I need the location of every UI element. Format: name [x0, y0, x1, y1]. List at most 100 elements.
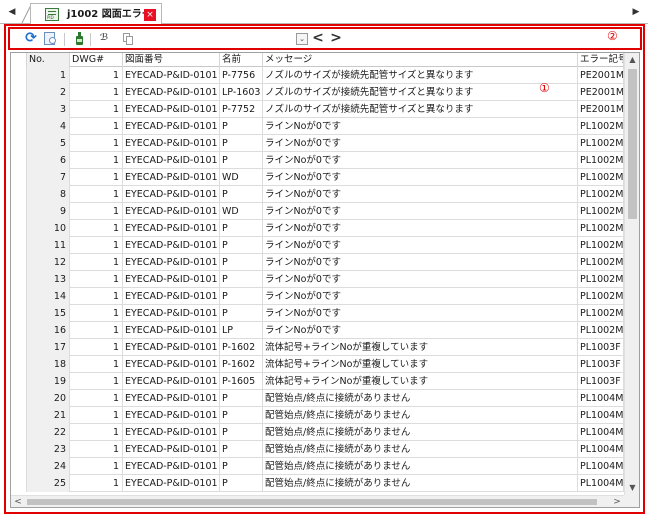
row-selector[interactable]	[11, 373, 27, 390]
table-row[interactable]: 10 1 EYECAD-P&ID-0101 P ラインNoが0です PL1002M	[11, 220, 624, 237]
cell-no: 6	[27, 152, 70, 169]
table-row[interactable]: 8 1 EYECAD-P&ID-0101 P ラインNoが0です PL1002M	[11, 186, 624, 203]
table-row[interactable]: 1 1 EYECAD-P&ID-0101 P-7756 ノズルのサイズが接続先配管サイズ…	[11, 67, 624, 84]
cell-no: 2	[27, 84, 70, 101]
cell-name: P-1605	[220, 373, 263, 390]
row-selector[interactable]	[11, 118, 27, 135]
table-row[interactable]: 9 1 EYECAD-P&ID-0101 WD ラインNoが0です PL1002M	[11, 203, 624, 220]
cell-name: P	[220, 135, 263, 152]
row-selector[interactable]	[11, 458, 27, 475]
previous-button[interactable]: <	[312, 30, 324, 46]
table-row[interactable]: 22 1 EYECAD-P&ID-0101 P 配管始点/終点に接続がありません PL10…	[11, 424, 624, 441]
column-header-drawing-number[interactable]: 図面番号	[123, 53, 220, 67]
table-row[interactable]: 14 1 EYECAD-P&ID-0101 P ラインNoが0です PL1002M	[11, 288, 624, 305]
table-row[interactable]: 2 1 EYECAD-P&ID-0101 LP-1603 ノズルのサイズが接続先配管サイ…	[11, 84, 624, 101]
cell-dwg: 1	[70, 305, 123, 322]
row-selector[interactable]	[11, 424, 27, 441]
table-row[interactable]: 5 1 EYECAD-P&ID-0101 P ラインNoが0です PL1002M	[11, 135, 624, 152]
bottle-icon[interactable]	[72, 31, 88, 46]
horizontal-scroll-thumb[interactable]	[27, 499, 597, 505]
cell-drawing-number: EYECAD-P&ID-0101	[123, 254, 220, 271]
copy-icon[interactable]	[120, 31, 136, 46]
tab-scroll-left-icon[interactable]: ◀	[6, 5, 18, 19]
row-selector[interactable]	[11, 135, 27, 152]
table-row[interactable]: 12 1 EYECAD-P&ID-0101 P ラインNoが0です PL1002M	[11, 254, 624, 271]
table-row[interactable]: 23 1 EYECAD-P&ID-0101 P 配管始点/終点に接続がありません PL10…	[11, 441, 624, 458]
cell-drawing-number: EYECAD-P&ID-0101	[123, 220, 220, 237]
scroll-down-icon[interactable]: ▼	[625, 481, 639, 495]
find-icon[interactable]: ℬ	[95, 31, 113, 46]
row-selector[interactable]	[11, 390, 27, 407]
table-row[interactable]: 19 1 EYECAD-P&ID-0101 P-1605 流体記号+ラインNoが重複して…	[11, 373, 624, 390]
row-selector[interactable]	[11, 169, 27, 186]
column-header-message[interactable]: メッセージ	[263, 53, 578, 67]
cell-name: P	[220, 407, 263, 424]
cell-name: P	[220, 152, 263, 169]
scrollbar-corner	[624, 495, 639, 507]
row-selector[interactable]	[11, 475, 27, 492]
chevron-down-icon[interactable]: ⌄	[296, 33, 308, 45]
row-selector[interactable]	[11, 101, 27, 118]
horizontal-scrollbar[interactable]: < >	[11, 495, 624, 507]
table-row[interactable]: 4 1 EYECAD-P&ID-0101 P ラインNoが0です PL1002M	[11, 118, 624, 135]
row-selector[interactable]	[11, 339, 27, 356]
refresh-icon[interactable]: ⟳	[23, 31, 39, 46]
row-selector[interactable]	[11, 254, 27, 271]
vertical-scrollbar[interactable]: ▲ ▼	[624, 53, 639, 495]
row-selector[interactable]	[11, 356, 27, 373]
row-selector[interactable]	[11, 203, 27, 220]
cell-drawing-number: EYECAD-P&ID-0101	[123, 475, 220, 492]
row-selector[interactable]	[11, 271, 27, 288]
table-row[interactable]: 21 1 EYECAD-P&ID-0101 P 配管始点/終点に接続がありません PL10…	[11, 407, 624, 424]
cell-error-code: PL1004M	[578, 441, 624, 458]
cell-message: ラインNoが0です	[263, 152, 578, 169]
table-row[interactable]: 11 1 EYECAD-P&ID-0101 P ラインNoが0です PL1002M	[11, 237, 624, 254]
next-button[interactable]: >	[330, 30, 342, 46]
row-selector[interactable]	[11, 84, 27, 101]
table-row[interactable]: 13 1 EYECAD-P&ID-0101 P ラインNoが0です PL1002M	[11, 271, 624, 288]
table-row[interactable]: 17 1 EYECAD-P&ID-0101 P-1602 流体記号+ラインNoが重複して…	[11, 339, 624, 356]
cell-no: 16	[27, 322, 70, 339]
row-selector[interactable]	[11, 186, 27, 203]
row-selector[interactable]	[11, 441, 27, 458]
table-row[interactable]: 3 1 EYECAD-P&ID-0101 P-7752 ノズルのサイズが接続先配管サイズ…	[11, 101, 624, 118]
table-row[interactable]: 24 1 EYECAD-P&ID-0101 P 配管始点/終点に接続がありません PL10…	[11, 458, 624, 475]
tab-j1002-drawing-errors[interactable]: j1002 図面エラー ×	[30, 3, 162, 25]
table-row[interactable]: 25 1 EYECAD-P&ID-0101 P 配管始点/終点に接続がありません PL10…	[11, 475, 624, 492]
row-selector[interactable]	[11, 288, 27, 305]
cell-drawing-number: EYECAD-P&ID-0101	[123, 322, 220, 339]
column-header-name[interactable]: 名前	[220, 53, 263, 67]
row-selector[interactable]	[11, 220, 27, 237]
row-selector[interactable]	[11, 322, 27, 339]
row-selector[interactable]	[11, 305, 27, 322]
row-selector[interactable]	[11, 67, 27, 84]
table-row[interactable]: 18 1 EYECAD-P&ID-0101 P-1602 流体記号+ラインNoが重複して…	[11, 356, 624, 373]
cell-message: ラインNoが0です	[263, 322, 578, 339]
cell-drawing-number: EYECAD-P&ID-0101	[123, 67, 220, 84]
column-header-dwg[interactable]: DWG#	[70, 53, 123, 67]
cell-dwg: 1	[70, 356, 123, 373]
scroll-up-icon[interactable]: ▲	[625, 53, 639, 67]
table-row[interactable]: 7 1 EYECAD-P&ID-0101 WD ラインNoが0です PL1002M	[11, 169, 624, 186]
row-selector[interactable]	[11, 407, 27, 424]
cell-no: 4	[27, 118, 70, 135]
cell-no: 15	[27, 305, 70, 322]
table-row[interactable]: 20 1 EYECAD-P&ID-0101 P 配管始点/終点に接続がありません PL10…	[11, 390, 624, 407]
cell-dwg: 1	[70, 288, 123, 305]
table-row[interactable]: 16 1 EYECAD-P&ID-0101 LP ラインNoが0です PL1002M	[11, 322, 624, 339]
table-row[interactable]: 6 1 EYECAD-P&ID-0101 P ラインNoが0です PL1002M	[11, 152, 624, 169]
scroll-right-icon[interactable]: >	[610, 496, 624, 507]
row-selector[interactable]	[11, 237, 27, 254]
vertical-scroll-thumb[interactable]	[628, 69, 637, 219]
row-selector-header[interactable]	[11, 53, 27, 67]
report-preview-icon[interactable]	[42, 31, 58, 46]
row-selector[interactable]	[11, 152, 27, 169]
scroll-left-icon[interactable]: <	[11, 496, 25, 507]
cell-dwg: 1	[70, 407, 123, 424]
table-row[interactable]: 15 1 EYECAD-P&ID-0101 P ラインNoが0です PL1002M	[11, 305, 624, 322]
tab-scroll-right-icon[interactable]: ▶	[630, 5, 642, 19]
column-header-error-code[interactable]: エラー記号	[578, 53, 624, 67]
toolbar-separator	[90, 33, 91, 46]
column-header-no[interactable]: No.	[27, 53, 70, 67]
close-icon[interactable]: ×	[144, 9, 156, 21]
